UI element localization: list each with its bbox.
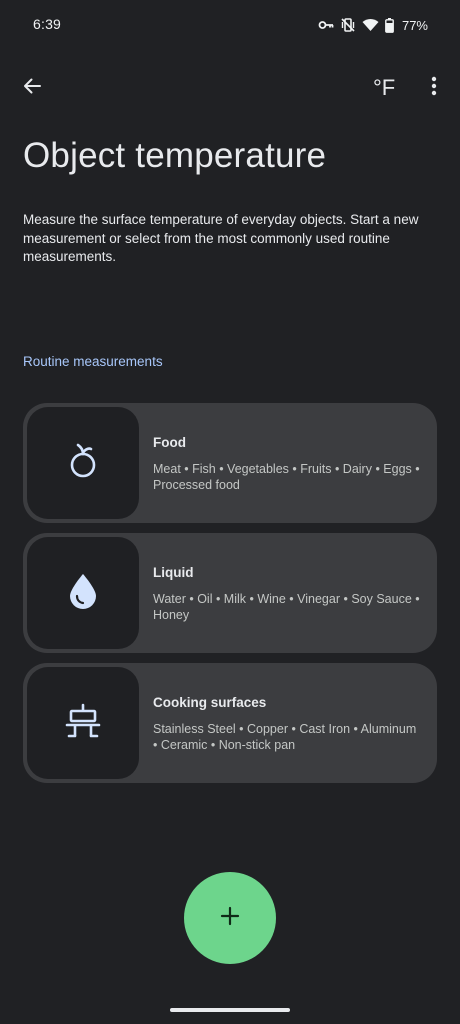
- routine-card-food[interactable]: Food Meat • Fish • Vegetables • Fruits •…: [23, 403, 437, 523]
- routine-card-liquid[interactable]: Liquid Water • Oil • Milk • Wine • Vineg…: [23, 533, 437, 653]
- card-description: Stainless Steel • Copper • Cast Iron • A…: [153, 722, 417, 752]
- card-icon-container: [27, 667, 139, 779]
- temperature-unit-button[interactable]: °F: [373, 72, 395, 104]
- routine-measurements-list: Food Meat • Fish • Vegetables • Fruits •…: [23, 403, 437, 793]
- page-description: Measure the surface temperature of every…: [23, 212, 419, 264]
- wifi-icon: [362, 18, 379, 32]
- battery-icon: [385, 17, 394, 33]
- status-time: 6:39: [33, 16, 62, 32]
- apple-icon: [67, 443, 99, 484]
- arrow-back-icon: [22, 76, 42, 101]
- more-options-button[interactable]: [422, 72, 446, 104]
- new-measurement-button[interactable]: [184, 872, 276, 964]
- card-title: Cooking surfaces: [153, 695, 267, 710]
- card-title: Liquid: [153, 565, 194, 580]
- card-icon-container: [27, 407, 139, 519]
- top-app-bar: °F: [0, 64, 460, 112]
- key-icon: [318, 19, 334, 31]
- card-description: Meat • Fish • Vegetables • Fruits • Dair…: [153, 462, 420, 492]
- card-icon-container: [27, 537, 139, 649]
- battery-percentage: 77%: [401, 17, 428, 33]
- water-drop-icon: [67, 572, 99, 615]
- card-description: Water • Oil • Milk • Wine • Vinegar • So…: [153, 592, 420, 622]
- cooktop-icon: [65, 703, 101, 744]
- more-vert-icon: [431, 76, 437, 101]
- vibrate-off-icon: [340, 17, 356, 33]
- back-button[interactable]: [16, 70, 48, 106]
- card-title: Food: [153, 435, 186, 450]
- page-title: Object temperature: [23, 136, 327, 175]
- routine-measurements-label: Routine measurements: [23, 354, 163, 369]
- status-icons: 77%: [318, 15, 428, 35]
- status-bar: 6:39 77%: [0, 0, 460, 52]
- plus-icon: [220, 906, 240, 931]
- routine-card-cooking-surfaces[interactable]: Cooking surfaces Stainless Steel • Coppe…: [23, 663, 437, 783]
- home-indicator[interactable]: [170, 1008, 290, 1012]
